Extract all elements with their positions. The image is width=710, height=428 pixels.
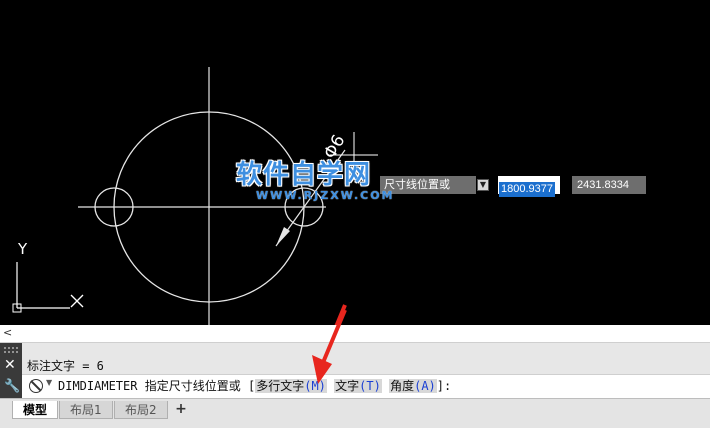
dimension-arrowhead [276, 227, 290, 246]
command-line-input[interactable]: ▼ DIMDIAMETER 指定尺寸线位置或 [多行文字(M) 文字(T) 角度… [22, 375, 710, 398]
dynamic-input-options-arrow-icon[interactable]: ▼ [477, 179, 489, 191]
add-layout-button[interactable]: + [171, 401, 191, 417]
options-close-bracket: ]: [436, 379, 452, 393]
tab-layout1[interactable]: 布局1 [59, 401, 113, 419]
option-text-key: (T) [359, 379, 381, 393]
dimension-text[interactable]: Φ6 [320, 132, 349, 163]
command-history-line: 标注文字 = 6 [27, 359, 104, 373]
command-history: 标注文字 = 6 [22, 343, 710, 375]
recent-commands-chevron-icon[interactable]: ▼ [46, 378, 52, 387]
option-angle[interactable]: 角度(A) [389, 379, 437, 393]
dynamic-input-second-value[interactable]: 2431.8334 [572, 176, 646, 194]
ucs-y-label: Y [17, 240, 28, 258]
annotation-arrow-shaft [334, 304, 347, 325]
dynamic-input-prompt: 尺寸线位置或 [380, 176, 476, 194]
close-icon[interactable]: ✕ [4, 358, 16, 372]
dynamic-input-field[interactable]: 1800.9377 [498, 176, 560, 197]
command-line-text: DIMDIAMETER 指定尺寸线位置或 [多行文字(M) 文字(T) 角度(A… [58, 377, 451, 395]
option-text[interactable]: 文字(T) [334, 379, 382, 393]
option-mtext-label: 多行文字 [256, 379, 305, 393]
command-cancel-icon[interactable] [29, 379, 43, 393]
option-angle-key: (A) [414, 379, 436, 393]
dynamic-input-separator [566, 176, 571, 194]
command-prompt: 指定尺寸线位置或 [144, 379, 241, 393]
tab-layout2[interactable]: 布局2 [114, 401, 168, 419]
horizontal-scrollbar[interactable]: < [0, 325, 710, 343]
option-text-label: 文字 [335, 379, 360, 393]
command-panel-grip[interactable]: ✕ 🔧 [0, 343, 22, 398]
drawing-canvas[interactable]: Y Φ6 尺寸线位置或 ▼ 1800.9377 2431.8334 软件自学网 … [0, 0, 710, 325]
grip-dots-icon[interactable] [3, 346, 19, 354]
wrench-icon[interactable]: 🔧 [4, 380, 20, 394]
option-angle-label: 角度 [390, 379, 415, 393]
dynamic-input-selected-value[interactable]: 1800.9377 [499, 182, 555, 197]
drawing-svg: Y Φ6 [12, 67, 378, 325]
option-mtext[interactable]: 多行文字(M) [255, 379, 327, 393]
command-panel: ✕ 🔧 标注文字 = 6 ▼ DIMDIAMETER 指定尺寸线位置或 [多行文… [0, 343, 710, 398]
layout-tabs-bar: 模型 布局1 布局2 + [0, 398, 710, 428]
tab-model[interactable]: 模型 [12, 401, 59, 419]
scroll-left-arrow-icon[interactable]: < [3, 326, 12, 339]
command-name: DIMDIAMETER [58, 379, 138, 393]
option-mtext-key: (M) [304, 379, 326, 393]
